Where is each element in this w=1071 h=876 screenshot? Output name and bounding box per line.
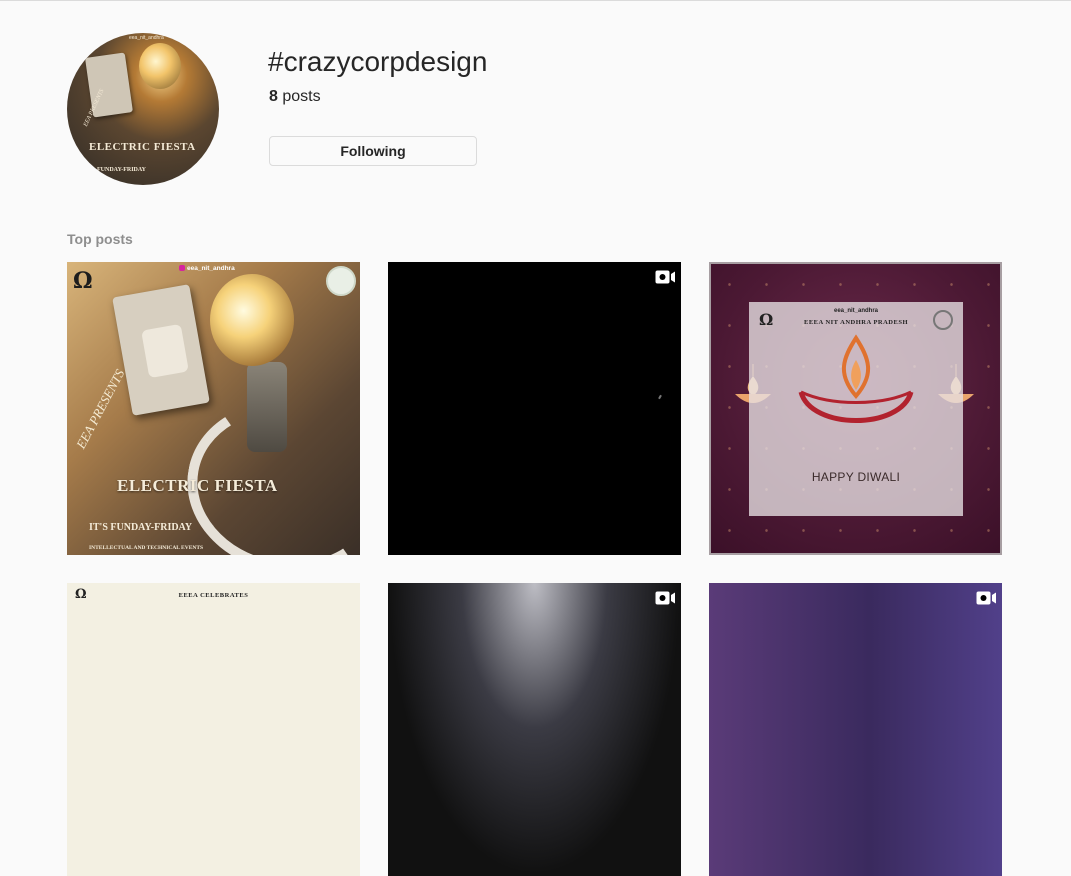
post-count-suffix: posts (277, 88, 321, 105)
post-count: 8 posts (269, 88, 321, 106)
hashtag-title: #crazycorpdesign (268, 46, 488, 77)
following-button[interactable]: Following (269, 136, 477, 166)
post-count-number: 8 (269, 88, 278, 105)
instagram-icon (179, 265, 185, 271)
greeting-text: HAPPY DIWALI (811, 470, 901, 484)
post-tile-video[interactable] (388, 262, 681, 555)
instagram-handle: eea_nit_andhra (833, 308, 879, 314)
bulb-graphic (210, 274, 294, 366)
socket-graphic (141, 323, 189, 379)
post-tile-video[interactable] (388, 583, 681, 876)
top-divider (0, 0, 1071, 1)
college-seal-icon (326, 266, 356, 296)
post-caption-text: EEEA CELEBRATES (178, 592, 249, 599)
post-tile-happy-diwali[interactable]: Ω eea_nit_andhra EEEA NIT ANDHRA PRADESH… (709, 262, 1002, 555)
avatar-sub: FUNDAY-FRIDAY (97, 167, 147, 173)
avatar-handle: eea_nit_andhra (129, 35, 164, 41)
post-subtitle: IT'S FUNDAY-FRIDAY (89, 522, 193, 533)
video-icon (655, 270, 675, 284)
instagram-handle: eea_nit_andhra (179, 265, 235, 272)
top-posts-label: Top posts (67, 231, 133, 247)
org-name: EEEA NIT ANDHRA PRADESH (803, 319, 909, 326)
diya-lamp-icon (798, 334, 914, 423)
bulb-graphic (139, 43, 181, 89)
post-headline: ELECTRIC FIESTA (117, 476, 278, 495)
video-frame-speck (658, 394, 662, 400)
post-tile-celebrates[interactable]: Ω EEEA CELEBRATES (67, 583, 360, 876)
post-tile-video[interactable] (709, 583, 1002, 876)
hashtag-avatar: eea_nit_andhra EEA PRESENTS ELECTRIC FIE… (67, 33, 219, 185)
post-tile-electric-fiesta[interactable]: Ω eea_nit_andhra EEA PRESENTS ELECTRIC F… (67, 262, 360, 555)
post-tagline: INTELLECTUAL AND TECHNICAL EVENTS (89, 545, 204, 551)
presents-text: EEA PRESENTS (73, 366, 128, 452)
omega-logo-icon: Ω (73, 268, 93, 294)
avatar-headline: ELECTRIC FIESTA (89, 141, 196, 153)
robot-body-graphic (247, 362, 287, 452)
